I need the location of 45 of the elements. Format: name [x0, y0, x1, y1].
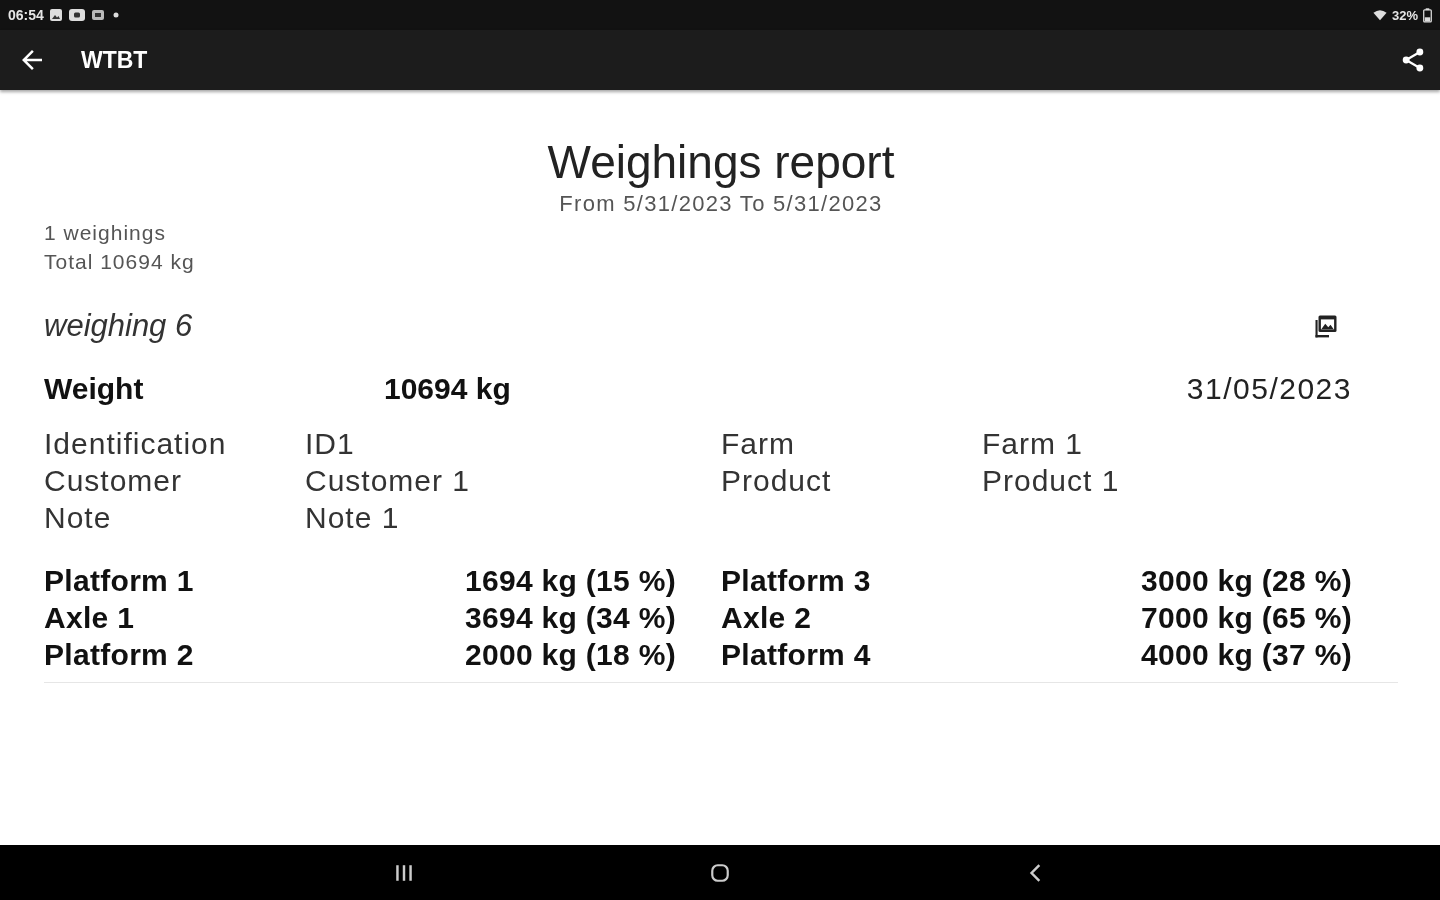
notification-icon — [90, 8, 105, 22]
detail-value: Farm 1 — [982, 426, 1083, 462]
wifi-icon — [1372, 8, 1387, 22]
more-notifications-icon — [112, 12, 119, 18]
weight-value: 10694 kg — [384, 372, 511, 406]
platform-label: Axle 2 — [721, 600, 812, 636]
detail-value: Customer 1 — [305, 463, 471, 499]
summary-text: Total 10694 kg — [44, 249, 195, 275]
detail-label: Customer — [44, 463, 183, 499]
back-arrow-icon — [22, 50, 42, 70]
app-title: WTBT — [81, 46, 148, 74]
share-icon — [1402, 48, 1424, 72]
detail-label: Note — [44, 500, 112, 536]
battery-percentage: 32% — [1391, 7, 1418, 23]
image-notification-icon — [48, 8, 63, 22]
video-notification-icon — [67, 8, 86, 22]
platform-weight: 2000 kg (18 %) — [465, 637, 676, 673]
platform-label: Platform 3 — [721, 563, 871, 599]
recent-apps-icon — [394, 862, 414, 883]
detail-value: ID1 — [305, 426, 355, 462]
summary-text: 1 weighings — [44, 220, 166, 246]
platform-label: Axle 1 — [44, 600, 135, 636]
platform-label: Platform 1 — [44, 563, 194, 599]
platform-weight: 1694 kg (15 %) — [465, 563, 676, 599]
platform-weight: 4000 kg (37 %) — [1141, 637, 1352, 673]
platform-weight: 7000 kg (65 %) — [1141, 600, 1352, 636]
weighing-name: weighing 6 — [44, 308, 193, 344]
detail-value: Note 1 — [305, 500, 400, 536]
weight-label: Weight — [44, 372, 145, 406]
battery-icon — [1423, 7, 1432, 23]
weighing-date: 31/05/2023 — [1186, 372, 1352, 406]
detail-label: Identification — [44, 426, 227, 462]
clock-time: 06:54 — [8, 7, 44, 23]
report-date-range: From 5/31/2023 To 5/31/2023 — [559, 192, 883, 216]
platform-weight: 3000 kg (28 %) — [1141, 563, 1352, 599]
report-title: Weighings report — [547, 137, 895, 187]
picture-icon — [1314, 314, 1338, 338]
detail-label: Farm — [721, 426, 795, 462]
home-icon — [710, 862, 730, 883]
platform-label: Platform 2 — [44, 637, 194, 673]
platform-label: Platform 4 — [721, 637, 871, 673]
platform-weight: 3694 kg (34 %) — [465, 600, 676, 636]
detail-label: Product — [721, 463, 832, 499]
picture-button[interactable] — [1314, 314, 1338, 338]
detail-value: Product 1 — [982, 463, 1120, 499]
